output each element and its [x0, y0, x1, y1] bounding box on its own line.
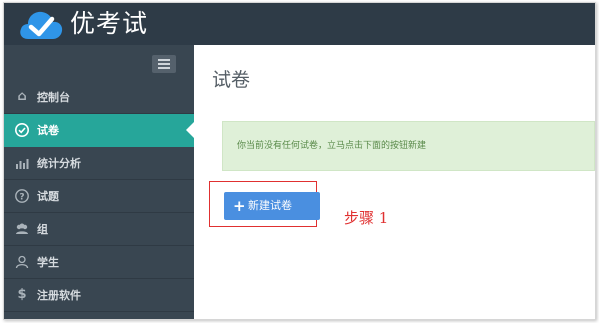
cloud-check-logo-icon — [20, 11, 63, 40]
sidebar: ⌂ 控制台 试卷 统计分析 ? 试题 组 学生 $ 注册软件 — [4, 45, 194, 319]
empty-state-alert: 你当前没有任何试卷，立马点击下面的按钮新建 — [222, 121, 595, 171]
sidebar-collapse-button[interactable] — [152, 55, 176, 73]
user-icon — [14, 254, 30, 270]
sidebar-item-exams[interactable]: 试卷 — [4, 114, 194, 147]
dollar-icon: $ — [17, 287, 27, 302]
users-icon — [14, 221, 30, 237]
main-content: 试卷 你当前没有任何试卷，立马点击下面的按钮新建 + 新建试卷 步骤 1 — [194, 45, 595, 319]
top-header: 优考试 — [4, 3, 595, 45]
app-window: 优考试 ⌂ 控制台 试卷 统计分析 ? 试题 组 学生 $ 注册软件 试卷 你当… — [3, 2, 596, 320]
sidebar-item-dashboard[interactable]: ⌂ 控制台 — [4, 81, 194, 114]
check-circle-icon — [14, 122, 30, 138]
sidebar-item-label: 试卷 — [37, 124, 59, 137]
bar-chart-icon — [14, 155, 30, 171]
svg-text:?: ? — [19, 193, 24, 203]
plus-icon: + — [233, 197, 246, 215]
sidebar-item-label: 试题 — [37, 190, 59, 203]
sidebar-item-label: 控制台 — [37, 91, 70, 104]
sidebar-item-questions[interactable]: ? 试题 — [4, 180, 194, 213]
sidebar-item-label: 统计分析 — [37, 157, 81, 170]
question-circle-icon: ? — [14, 188, 30, 204]
sidebar-item-label: 组 — [37, 223, 48, 236]
app-title: 优考试 — [70, 9, 149, 38]
home-icon: ⌂ — [17, 89, 27, 104]
sidebar-item-register[interactable]: $ 注册软件 — [4, 279, 194, 312]
sidebar-item-groups[interactable]: 组 — [4, 213, 194, 246]
sidebar-item-label: 注册软件 — [37, 289, 81, 302]
step-annotation: 步骤 1 — [344, 209, 389, 227]
page-title: 试卷 — [212, 69, 251, 91]
new-exam-button-label: 新建试卷 — [248, 199, 292, 212]
new-exam-button[interactable]: + 新建试卷 — [224, 192, 320, 220]
sidebar-item-label: 学生 — [37, 256, 59, 269]
sidebar-item-statistics[interactable]: 统计分析 — [4, 147, 194, 180]
active-indicator — [186, 122, 194, 138]
menu-icon — [158, 59, 170, 61]
sidebar-item-students[interactable]: 学生 — [4, 246, 194, 279]
